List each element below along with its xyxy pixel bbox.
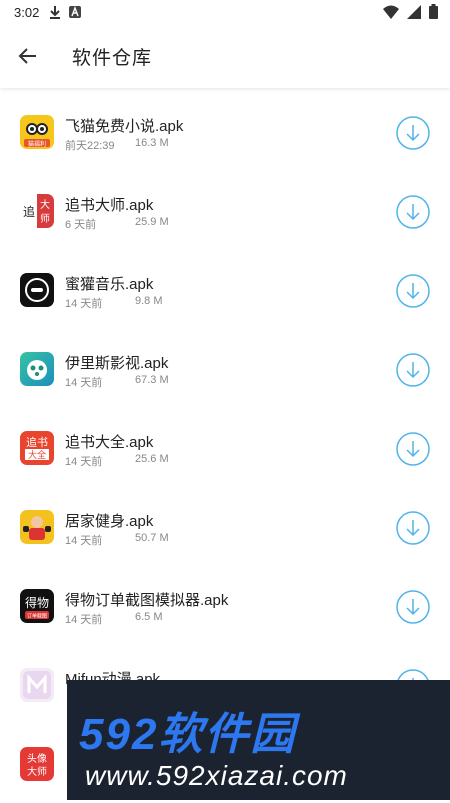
app-time: 14 天前 [65,298,103,310]
list-item[interactable]: 猫福利 飞猫免费小说.apk 前天22:39 16.3 M [0,92,450,171]
list-item[interactable]: 伊里斯影视.apk 14 天前 67.3 M [0,329,450,408]
wifi-icon [383,5,399,19]
app-name: 居家健身.apk [65,513,154,530]
app-name: 伊里斯影视.apk [65,355,169,372]
app-time: 14 天前 [65,614,103,626]
download-icon [50,6,61,19]
download-button[interactable] [396,353,430,387]
feimao-icon-text: 猫福利 [28,140,46,148]
dewu-icon: 得物 订单截图 [20,589,54,623]
arrow-back-icon [18,48,36,64]
list-item[interactable]: 追书 大全 追书大全.apk 14 天前 25.6 M [0,408,450,487]
app-size: 25.9 M [135,216,169,228]
touxiang-icon-text-1: 头像 [27,753,47,765]
yilisi-icon [20,352,54,386]
page-title: 软件仓库 [72,47,153,69]
download-button[interactable] [396,511,430,545]
watermark-banner: 592软件园 www.592xiazai.com [67,680,450,800]
download-button[interactable] [396,116,430,150]
download-button[interactable] [396,432,430,466]
download-button[interactable] [396,274,430,308]
mihuan-music-icon [20,273,54,307]
app-size: 25.6 M [135,453,169,465]
app-time: 14 天前 [65,377,103,389]
zhuishu-daquan-icon-text-2: 大全 [28,449,46,461]
app-size: 16.3 M [135,137,169,149]
banner-url: www.592xiazai.com [85,760,348,791]
app-time: 14 天前 [65,535,103,547]
dewu-icon-text-2: 订单截图 [27,613,47,620]
zhuishu-dashi-icon-text-3: 师 [40,212,50,225]
status-time: 3:02 [14,4,40,20]
list-item[interactable]: 蜜獾音乐.apk 14 天前 9.8 M [0,250,450,329]
list-item[interactable]: 居家健身.apk 14 天前 50.7 M [0,487,450,566]
app-name: 追书大师.apk [65,197,154,214]
a-icon [69,6,82,18]
app-time: 6 天前 [65,219,97,231]
app-size: 50.7 M [135,532,169,544]
app-size: 6.5 M [135,611,163,623]
app-name: 得物订单截图模拟器.apk [65,592,229,609]
touxiang-icon: 头像 大师 [20,747,54,781]
app-bar: 软件仓库 [0,24,450,88]
feimao-icon: 猫福利 [20,115,54,149]
zhuishu-dashi-icon-text-1: 大 [40,198,50,211]
app-name: 飞猫免费小说.apk [65,118,184,135]
list-item[interactable]: 得物订单截图 得物订单截图模拟器.apk 14 天前 6.5 M [0,566,450,645]
list-item[interactable]: 大追师 追书大师.apk 6 天前 25.9 M [0,171,450,250]
back-button[interactable] [0,24,56,88]
download-button[interactable] [396,590,430,624]
app-size: 67.3 M [135,374,169,386]
dewu-icon-text-1: 得物 [25,595,49,610]
download-button[interactable] [396,195,430,229]
app-name: 追书大全.apk [65,434,154,451]
signal-icon [407,4,421,19]
app-time: 前天22:39 [65,140,115,152]
status-bar: 3:02 [0,0,450,24]
jujia-fitness-icon [20,510,54,544]
banner-title: 592软件园 [79,710,297,759]
app-time: 14 天前 [65,456,103,468]
battery-icon [429,4,438,19]
zhuishu-dashi-icon-text-2: 追 [23,204,35,219]
zhuishu-dashi-icon: 大追师 [20,194,54,228]
app-size: 9.8 M [135,295,163,307]
zhuishu-daquan-icon-text-1: 追书 [26,435,48,449]
touxiang-icon-text-2: 大师 [27,765,47,778]
app-name: 蜜獾音乐.apk [65,276,154,293]
zhuishu-daquan-icon: 追书 大全 [20,431,54,465]
mifun-icon [20,668,54,702]
